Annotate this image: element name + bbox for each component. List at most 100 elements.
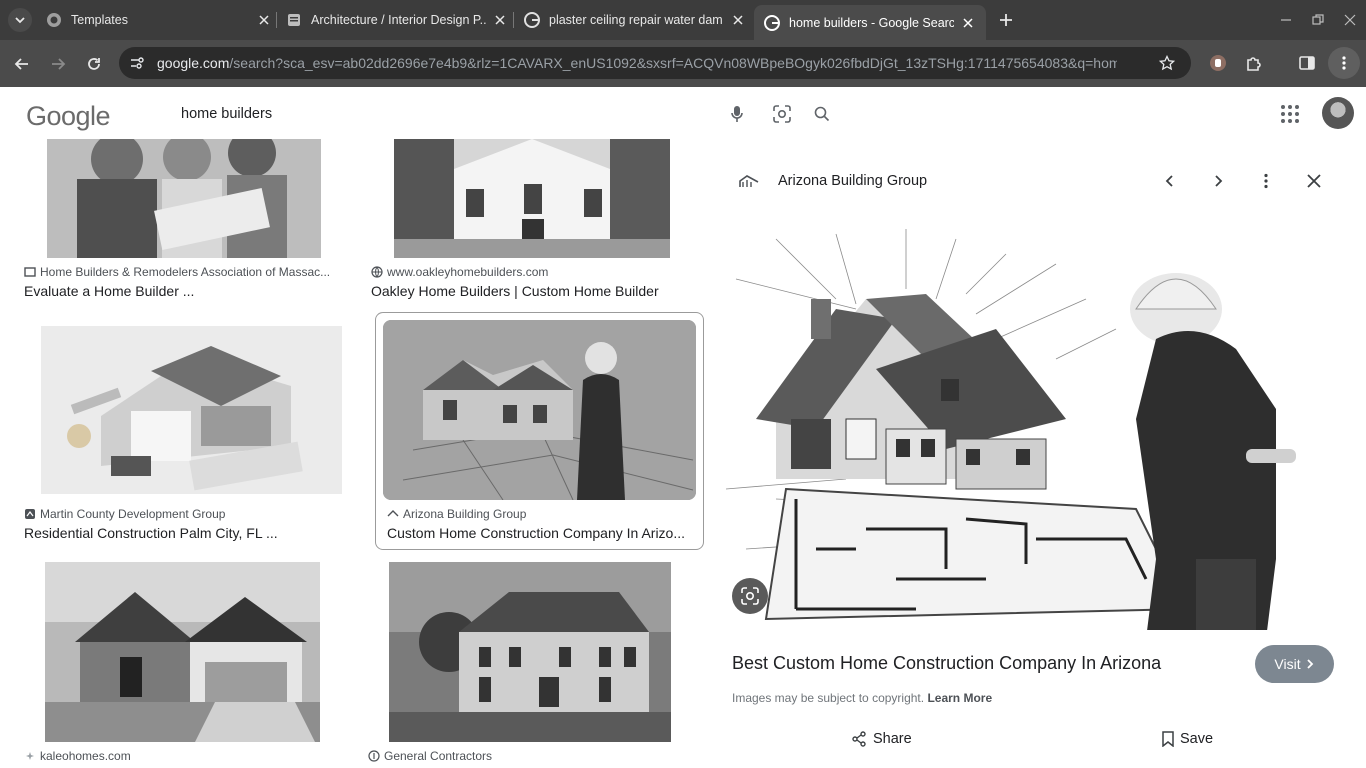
result-source: Arizona Building Group (387, 507, 697, 521)
visit-label: Visit (1274, 656, 1301, 672)
tab-title: home builders - Google Search (789, 15, 954, 30)
reload-icon (88, 58, 100, 70)
tab-search-button[interactable] (8, 8, 32, 32)
next-image-button[interactable] (1206, 169, 1230, 193)
site-favicon-icon (25, 509, 35, 519)
learn-more-link[interactable]: Learn More (927, 691, 992, 705)
result-thumbnail[interactable] (45, 562, 320, 742)
result-source-text: General Contractors (384, 749, 493, 763)
arrow-right-icon (52, 58, 66, 70)
extension-button[interactable] (1207, 52, 1229, 74)
lens-search-button[interactable] (772, 104, 792, 124)
tab-divider (513, 12, 514, 28)
result-caption[interactable]: Evaluate a Home Builder ... (24, 283, 342, 299)
url-host: google.com (157, 55, 230, 71)
panel-site-name[interactable]: Arizona Building Group (778, 173, 927, 189)
result-thumbnail[interactable] (47, 139, 321, 258)
url-path: /search?sca_esv=ab02dd2696e7e4b9&rlz=1CA… (229, 55, 1117, 71)
result-thumbnail[interactable] (394, 139, 670, 258)
tab-divider (276, 12, 277, 28)
result-source-text: Home Builders & Remodelers Association o… (40, 265, 331, 279)
side-panel-icon (1299, 56, 1315, 70)
restore-button[interactable] (1306, 8, 1330, 32)
result-caption[interactable]: Residential Construction Palm City, FL .… (24, 525, 342, 541)
previous-image-button[interactable] (1158, 169, 1182, 193)
back-button[interactable] (8, 50, 36, 78)
minimize-button[interactable] (1274, 8, 1298, 32)
house-logo-icon (387, 510, 399, 517)
google-favicon (524, 12, 540, 28)
account-avatar[interactable] (1322, 97, 1354, 129)
close-panel-button[interactable] (1302, 169, 1326, 193)
result-source: www.oakleyhomebuilders.com (371, 265, 691, 279)
result-thumbnail[interactable] (41, 326, 342, 494)
address-bar[interactable]: google.com/search?sca_esv=ab02dd2696e7e4… (119, 47, 1191, 79)
result-source: kaleohomes.com (24, 749, 342, 763)
search-input[interactable]: home builders (181, 106, 272, 122)
restore-icon (1312, 14, 1324, 25)
more-options-button[interactable] (1254, 169, 1278, 193)
tab-title: Architecture / Interior Design P... (311, 13, 486, 27)
result-source-text: www.oakleyhomebuilders.com (387, 265, 549, 279)
site-info-icon[interactable] (129, 55, 145, 71)
info-circle-icon (368, 750, 380, 762)
tab-architecture[interactable]: Architecture / Interior Design P... (286, 7, 508, 33)
puzzle-icon (1247, 57, 1261, 71)
tab-title: Templates (71, 13, 128, 27)
tab-title: plaster ceiling repair water dam (549, 13, 723, 27)
result-source: Home Builders & Remodelers Association o… (24, 265, 342, 279)
share-button[interactable]: Share (851, 731, 912, 747)
more-vertical-icon (1264, 173, 1268, 189)
close-tab-icon[interactable] (492, 12, 508, 28)
plus-icon (1000, 14, 1012, 26)
search-button[interactable] (812, 104, 832, 124)
result-source-text: kaleohomes.com (40, 749, 131, 763)
copyright-text: Images may be subject to copyright. (732, 691, 925, 705)
tab-plaster-ceiling[interactable]: plaster ceiling repair water dam (524, 7, 746, 33)
save-button[interactable]: Save (1162, 731, 1213, 747)
close-icon (1307, 174, 1321, 188)
chevron-down-icon (15, 17, 25, 24)
close-icon (1344, 14, 1356, 26)
url-text: google.com/search?sca_esv=ab02dd2696e7e4… (157, 55, 1117, 73)
close-window-button[interactable] (1338, 8, 1362, 32)
result-caption[interactable]: Oakley Home Builders | Custom Home Build… (371, 283, 691, 299)
lens-search-image-button[interactable] (732, 578, 768, 614)
close-tab-icon[interactable] (730, 12, 746, 28)
forward-button[interactable] (44, 50, 72, 78)
tab-templates[interactable]: Templates (46, 7, 272, 33)
result-thumbnail[interactable] (383, 320, 696, 500)
google-logo[interactable]: Google (26, 101, 111, 132)
result-source-text: Arizona Building Group (403, 507, 527, 521)
extension-shield-icon (1210, 55, 1226, 71)
site-favicon-icon (24, 267, 36, 277)
google-apps-icon[interactable] (1280, 104, 1300, 124)
tab-home-builders[interactable]: home builders - Google Search (754, 5, 986, 40)
result-caption[interactable]: Custom Home Construction Company In Ariz… (387, 525, 693, 541)
copyright-notice: Images may be subject to copyright. Lear… (732, 691, 992, 705)
voice-search-button[interactable] (727, 104, 747, 124)
share-icon (852, 731, 866, 747)
bookmark-star-button[interactable] (1157, 53, 1177, 73)
bookmark-icon (1162, 731, 1174, 747)
close-tab-icon[interactable] (960, 15, 976, 31)
preview-image[interactable] (716, 219, 1366, 630)
new-tab-button[interactable] (996, 10, 1016, 30)
chevron-right-icon (1215, 175, 1223, 187)
reload-button[interactable] (80, 50, 108, 78)
camera-lens-icon (741, 587, 759, 605)
arrow-left-icon (14, 58, 28, 70)
image-preview-panel: Arizona Building Group Best Custom Home … (716, 139, 1366, 768)
site-logo-icon (739, 175, 759, 187)
result-source-text: Martin County Development Group (40, 507, 226, 521)
extensions-menu-button[interactable] (1243, 52, 1265, 74)
browser-menu-button[interactable] (1328, 47, 1360, 79)
close-tab-icon[interactable] (256, 12, 272, 28)
side-panel-button[interactable] (1296, 52, 1318, 74)
doc-favicon (286, 12, 302, 28)
minimize-icon (1281, 19, 1291, 21)
result-source: General Contractors (368, 749, 688, 763)
visit-button[interactable]: Visit (1255, 645, 1334, 683)
result-thumbnail[interactable] (389, 562, 671, 742)
panel-image-title[interactable]: Best Custom Home Construction Company In… (732, 653, 1161, 674)
